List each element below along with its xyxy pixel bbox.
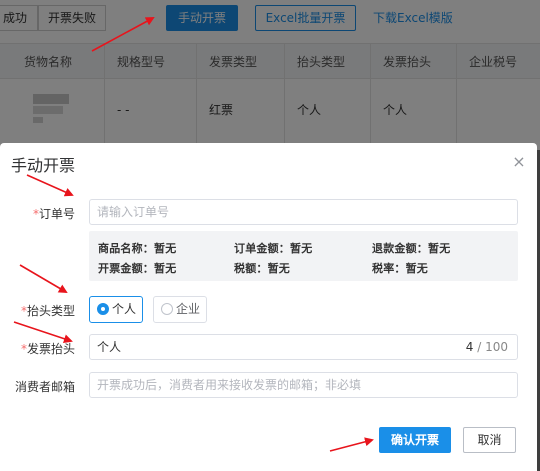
radio-checked-icon xyxy=(97,303,109,315)
order-number-input[interactable]: 请输入订单号 xyxy=(89,199,518,225)
dialog-title: 手动开票 xyxy=(11,156,76,175)
info-product-name: 商品名称：暂无 xyxy=(98,242,177,255)
order-number-label: *订单号 xyxy=(0,205,75,222)
radio-personal-label: 个人 xyxy=(112,302,137,316)
title-type-label-text: 抬头类型 xyxy=(26,304,75,318)
order-number-label-text: 订单号 xyxy=(38,207,75,221)
confirm-invoice-button[interactable]: 确认开票 xyxy=(379,427,451,453)
invoice-title-label-text: 发票抬头 xyxy=(26,342,75,356)
info-order-amount: 订单金额：暂无 xyxy=(234,242,313,255)
char-counter: 4 / 100 xyxy=(466,335,508,359)
consumer-email-label: 消费者邮箱 xyxy=(14,380,75,394)
consumer-email-input[interactable]: 开票成功后，消费者用来接收发票的邮箱；非必填 xyxy=(89,372,518,398)
invoice-title-input[interactable]: 个人 4 / 100 xyxy=(89,334,518,360)
invoice-title-value: 个人 xyxy=(97,340,122,354)
info-tax-rate: 税率：暂无 xyxy=(372,262,428,275)
radio-unchecked-icon xyxy=(161,303,173,315)
info-invoice-amount: 开票金额：暂无 xyxy=(98,262,177,275)
invoice-title-label: *发票抬头 xyxy=(0,340,75,357)
char-count: 4 xyxy=(465,340,474,354)
order-info-panel: 商品名称：暂无 订单金额：暂无 退款金额：暂无 开票金额：暂无 税额：暂无 税率… xyxy=(89,231,518,281)
info-refund-amount: 退款金额：暂无 xyxy=(372,242,451,255)
close-icon[interactable]: × xyxy=(509,152,529,172)
radio-enterprise[interactable]: 企业 xyxy=(153,296,207,323)
title-type-label: *抬头类型 xyxy=(0,302,75,319)
manual-invoice-dialog: 手动开票 × *订单号 请输入订单号 商品名称：暂无 订单金额：暂无 退款金额：… xyxy=(0,143,537,471)
char-max: / 100 xyxy=(477,340,508,354)
radio-personal[interactable]: 个人 xyxy=(89,296,143,323)
cancel-button[interactable]: 取消 xyxy=(463,427,516,453)
info-tax: 税额：暂无 xyxy=(234,262,290,275)
radio-enterprise-label: 企业 xyxy=(176,302,201,316)
